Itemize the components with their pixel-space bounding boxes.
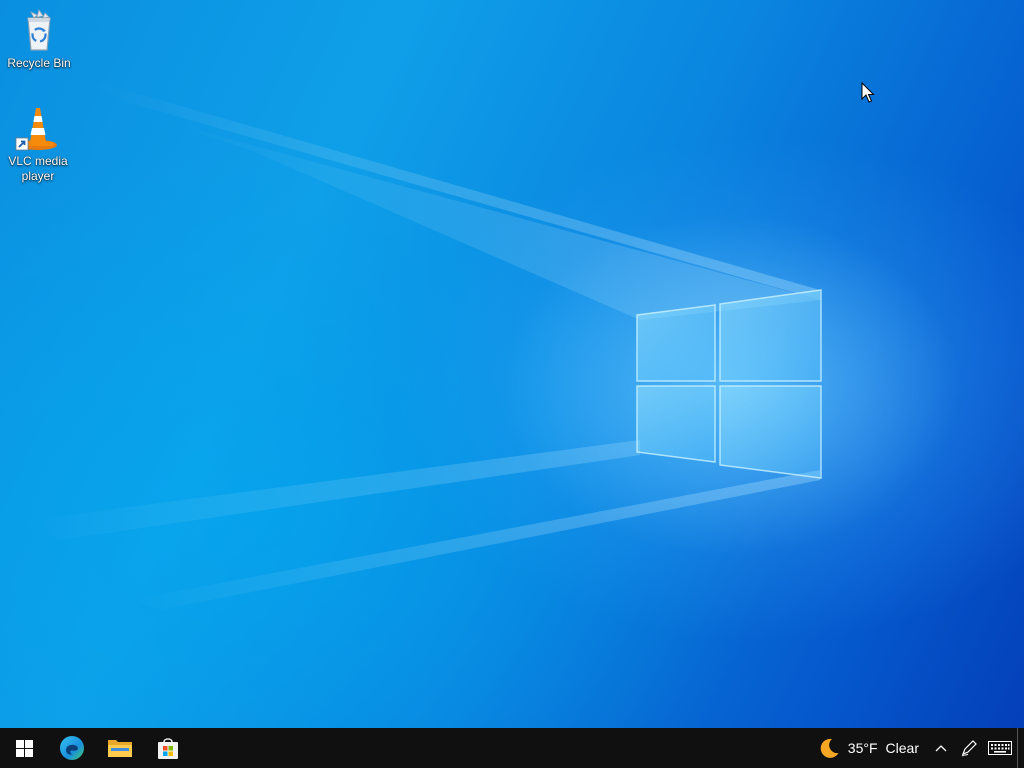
taskbar-edge-button[interactable] [48, 728, 96, 768]
wallpaper-light-beams [30, 80, 960, 610]
start-button[interactable] [0, 728, 48, 768]
show-desktop-button[interactable] [1017, 728, 1024, 768]
pen-workspace-button[interactable] [955, 728, 983, 768]
desktop-wallpaper: Recycle Bin VLC media player [0, 0, 1024, 728]
show-hidden-icons-button[interactable] [927, 728, 955, 768]
weather-temperature: 35°F [847, 740, 878, 756]
edge-icon [60, 736, 84, 760]
keyboard-icon [988, 741, 1012, 755]
vlc-label: VLC media player [8, 154, 68, 183]
store-bag-icon [158, 738, 178, 759]
moon-icon [820, 738, 839, 758]
recycle-bin-icon [27, 9, 51, 51]
chevron-up-icon [935, 745, 947, 752]
windows-wallpaper-logo [636, 289, 822, 479]
windows-logo-icon [15, 739, 33, 757]
weather-condition: Clear [885, 740, 919, 756]
folder-icon [108, 740, 132, 757]
taskbar-file-explorer-button[interactable] [96, 728, 144, 768]
desktop-icon-vlc[interactable]: VLC media player [0, 104, 76, 184]
taskbar-store-button[interactable] [144, 728, 192, 768]
system-tray: 35°F Clear [812, 728, 1024, 768]
taskbar: 35°F Clear [0, 728, 1024, 768]
desktop-icon-recycle-bin[interactable]: Recycle Bin [1, 6, 77, 71]
vlc-cone-icon [15, 108, 57, 151]
touch-keyboard-button[interactable] [983, 728, 1017, 768]
weather-widget[interactable]: 35°F Clear [812, 728, 927, 768]
mouse-pointer-icon [861, 82, 875, 103]
recycle-bin-label: Recycle Bin [7, 56, 71, 70]
pen-icon [961, 740, 977, 757]
